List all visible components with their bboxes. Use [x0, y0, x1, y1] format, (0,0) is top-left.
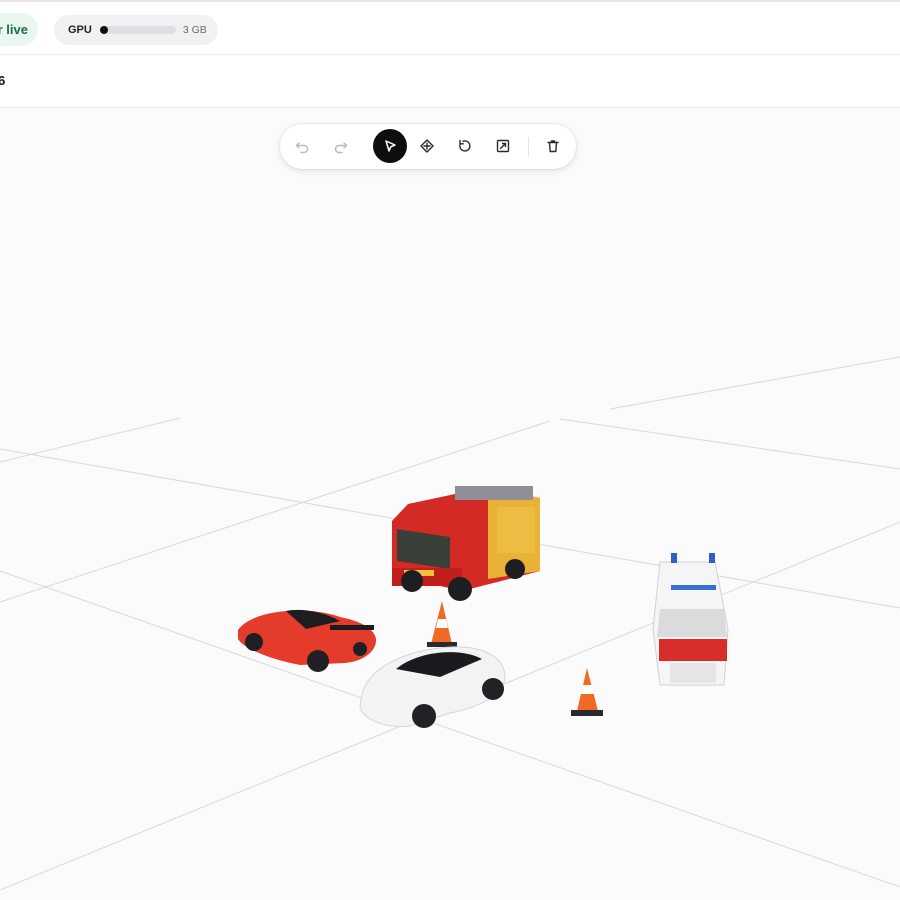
scale-tool-button[interactable]: [486, 129, 520, 163]
rotate-tool-button[interactable]: [448, 129, 482, 163]
gpu-usage-fill: [99, 26, 108, 34]
toolbar-divider: [528, 137, 529, 156]
undo-icon: [295, 142, 309, 154]
undo-button[interactable]: [285, 129, 319, 163]
trash-icon: [547, 140, 559, 153]
scene-title: 6: [0, 73, 6, 88]
scene-header: 6: [0, 55, 900, 108]
scene-canvas[interactable]: [0, 109, 900, 900]
3d-viewport[interactable]: [0, 109, 900, 900]
gpu-usage-bar: [99, 26, 176, 34]
live-status-badge: r live: [0, 13, 38, 46]
gpu-usage-value: 3 GB: [182, 24, 207, 36]
top-bar: r live GPU 3 GB: [0, 0, 900, 55]
live-status-label: r live: [0, 22, 28, 37]
redo-icon: [334, 142, 348, 154]
white-sedan-model[interactable]: [359, 646, 506, 728]
gpu-label: GPU: [68, 24, 92, 36]
ground-grid: [0, 356, 900, 891]
sports-car-model[interactable]: [238, 609, 377, 672]
gpu-usage-indicator: GPU 3 GB: [54, 15, 218, 45]
move-icon: [420, 139, 434, 153]
traffic-cone-model[interactable]: [571, 668, 603, 716]
select-cursor-icon: [385, 140, 396, 152]
fire-truck-model[interactable]: [392, 486, 540, 601]
transform-toolbar: [280, 124, 576, 169]
delete-button[interactable]: [536, 129, 570, 163]
rotate-icon: [459, 139, 471, 152]
move-tool-button[interactable]: [410, 129, 444, 163]
scale-icon: [496, 139, 510, 153]
ambulance-van-model[interactable]: [652, 553, 729, 686]
redo-button[interactable]: [324, 129, 358, 163]
select-tool-button[interactable]: [373, 129, 407, 163]
traffic-cone-model[interactable]: [427, 601, 457, 647]
